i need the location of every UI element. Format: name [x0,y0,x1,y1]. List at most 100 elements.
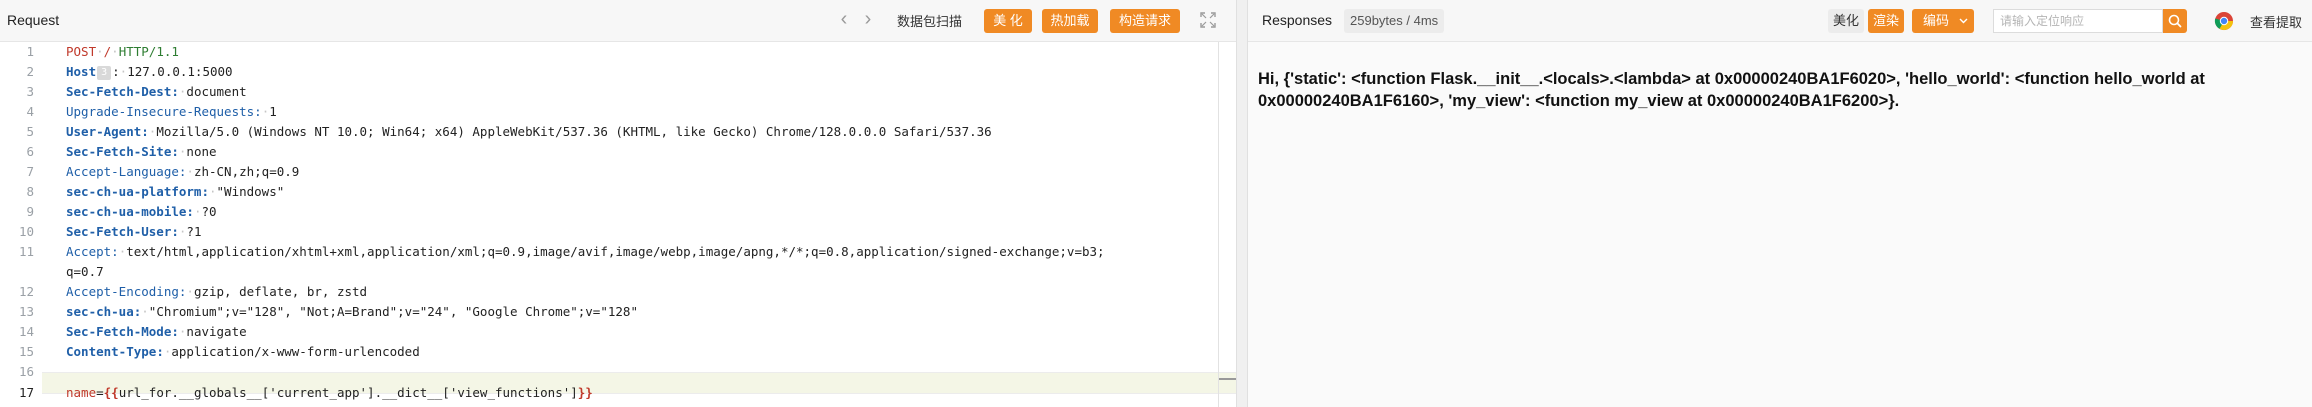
header-line: Upgrade-Insecure-Requests:·1 [66,104,277,119]
line-number: 4 [26,104,34,119]
host-badge: 3 [97,65,112,80]
header-value: 1 [269,104,277,119]
encoding-dropdown[interactable]: 编码 [1912,9,1974,33]
packet-scan-button[interactable]: 数据包扫描 [897,11,962,30]
http-method: POST [66,44,97,59]
header-line: User-Agent:·Mozilla/5.0 (Windows NT 10.0… [66,124,992,139]
header-line: Sec-Fetch-Mode:·navigate [66,324,247,339]
header-key: sec-ch-ua [66,304,134,319]
header-value: none [186,144,217,159]
editor-scrollbar[interactable] [1219,378,1236,380]
header-value: zh-CN,zh;q=0.9 [193,164,300,179]
header-line: sec-ch-ua-mobile:·?0 [66,204,217,219]
header-line: sec-ch-ua-platform:·"Windows" [66,184,285,199]
header-line: sec-ch-ua:·"Chromium";v="128", "Not;A=Br… [66,304,638,319]
param-value: url_for.__globals__['current_app'].__dic… [118,385,578,400]
header-key: Sec-Fetch-Site [66,144,172,159]
header-value: 127.0.0.1:5000 [127,64,233,79]
header-value: ?1 [186,224,202,239]
search-button[interactable] [2163,9,2187,33]
search-icon [2168,14,2182,28]
header-line: Host 3:·127.0.0.1:5000 [66,64,233,80]
header-line: Sec-Fetch-Dest:·document [66,84,247,99]
line-number: 10 [18,224,34,239]
encoding-label: 编码 [1922,13,1949,28]
request-editor[interactable]: 1 2 3 4 5 6 7 8 9 10 11 12 13 14 15 16 1… [0,42,1236,407]
header-key: User-Agent [66,124,142,139]
header-line-wrap: q=0.7 [66,262,104,282]
view-extract-button[interactable]: 查看提取 [2250,12,2302,31]
response-pane: Responses 259bytes / 4ms 美化 渲染 编码 查看提取 H… [1248,0,2312,407]
line-number: 11 [18,244,34,259]
expand-icon[interactable] [1199,11,1217,29]
header-line: Accept-Language:·zh-CN,zh;q=0.9 [66,164,300,179]
header-key: Sec-Fetch-Mode [66,324,172,339]
template-close-brace: }} [577,385,593,400]
header-line: Sec-Fetch-User:·?1 [66,224,202,239]
response-title: Responses [1262,12,1333,28]
header-value: document [186,84,247,99]
header-line: Content-Type:·application/x-www-form-url… [66,344,420,359]
header-value: text/html,application/xhtml+xml,applicat… [126,244,1105,259]
line-number: 5 [26,124,34,139]
back-arrow-icon[interactable]: ‹ [833,9,855,31]
header-key: Sec-Fetch-User [66,224,172,239]
header-key: Accept [66,244,112,259]
line-number: 12 [18,284,34,299]
line-number: 2 [26,64,34,79]
chevron-down-icon [1959,18,1968,24]
line-number-active: 17 [18,385,34,400]
request-line: POST·/·HTTP/1.1 [66,44,179,59]
chrome-icon[interactable] [2214,11,2234,31]
line-number: 7 [26,164,34,179]
header-key: Sec-Fetch-Dest [66,84,172,99]
header-key: Host [66,64,97,79]
line-number: 1 [26,44,34,59]
response-body: Hi, {'static': <function Flask.__init__.… [1248,42,2312,407]
header-key: Accept-Language [66,164,179,179]
beautify-response-button[interactable]: 美化 [1828,9,1864,33]
request-toolbar: Request ‹ › 数据包扫描 美 化 热加载 构造请求 [0,0,1236,42]
line-number: 13 [18,304,34,319]
editor-scroll-edge [1218,42,1219,407]
header-key: Content-Type [66,344,157,359]
header-value: "Windows" [216,184,285,199]
header-value-wrap: q=0.7 [66,264,104,279]
template-open-brace: {{ [103,385,119,400]
line-number: 15 [18,344,34,359]
header-value: gzip, deflate, br, zstd [193,284,368,299]
response-text-line: Hi, {'static': <function Flask.__init__.… [1258,70,2205,88]
header-line: Accept-Encoding:·gzip, deflate, br, zstd [66,284,368,299]
line-number: 9 [26,204,34,219]
header-value: application/x-www-form-urlencoded [171,344,420,359]
line-number: 8 [26,184,34,199]
header-value: ?0 [201,204,217,219]
header-line: Accept:·text/html,application/xhtml+xml,… [66,244,1105,259]
request-title: Request [7,12,60,28]
request-pane: Request ‹ › 数据包扫描 美 化 热加载 构造请求 1 2 3 4 5… [0,0,1236,407]
header-value: "Chromium";v="128", "Not;A=Brand";v="24"… [148,304,638,319]
header-value: navigate [186,324,247,339]
header-key: sec-ch-ua-platform [66,184,202,199]
param-name: name [66,385,97,400]
param-equals: = [96,385,104,400]
hot-load-button[interactable]: 热加载 [1042,9,1098,33]
line-number-gutter: 1 2 3 4 5 6 7 8 9 10 11 12 13 14 15 16 1… [0,42,42,407]
line-number: 14 [18,324,34,339]
render-button[interactable]: 渲染 [1868,9,1904,33]
header-key: Accept-Encoding [66,284,179,299]
request-body-line: name={{url_for.__globals__['current_app'… [66,383,593,403]
line-number: 16 [18,364,34,379]
header-line: Sec-Fetch-Site:·none [66,144,217,159]
response-toolbar: Responses 259bytes / 4ms 美化 渲染 编码 查看提取 [1248,0,2312,42]
header-value: Mozilla/5.0 (Windows NT 10.0; Win64; x64… [156,124,992,139]
response-search-input[interactable] [1993,9,2163,33]
forward-arrow-icon[interactable]: › [857,9,879,31]
response-size-time: 259bytes / 4ms [1344,9,1445,33]
construct-request-button[interactable]: 构造请求 [1110,9,1180,33]
beautify-request-button[interactable]: 美 化 [984,9,1032,33]
line-number: 6 [26,144,34,159]
response-text-line: 0x00000240BA1F6160>, 'my_view': <functio… [1258,92,1900,110]
pane-splitter[interactable] [1236,0,1248,407]
header-key: Upgrade-Insecure-Requests [66,104,255,119]
